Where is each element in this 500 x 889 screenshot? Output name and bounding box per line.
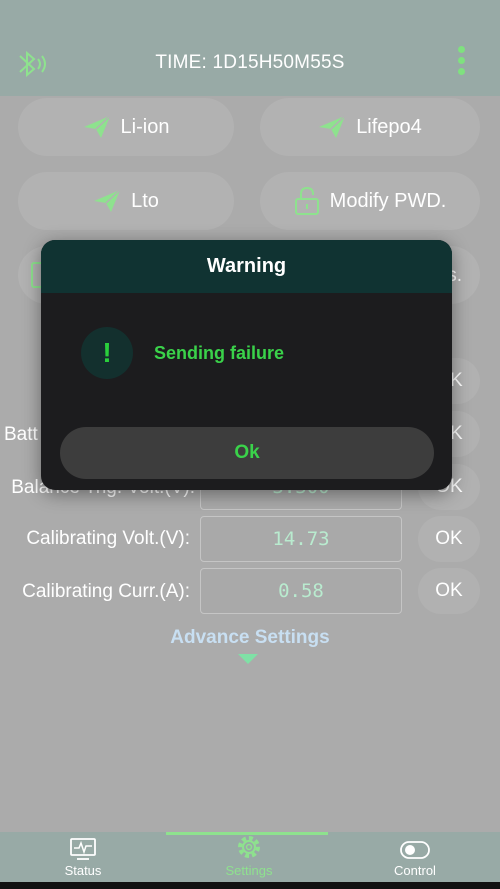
setting-label: Batt (4, 424, 38, 445)
advance-settings-link[interactable]: Advance Settings (0, 627, 500, 649)
calibrating-volt-field[interactable]: 14.73 (200, 516, 402, 562)
ok-button[interactable]: OK (418, 516, 480, 562)
modify-password-label: Modify PWD. (329, 189, 447, 212)
modify-password-button[interactable]: Modify PWD. (260, 172, 480, 230)
app-header: TIME: 1D15H50M55S (0, 0, 500, 96)
gear-icon (238, 836, 260, 858)
send-icon (319, 115, 346, 138)
dialog-ok-button[interactable]: Ok (60, 427, 434, 479)
toggle-icon (400, 841, 430, 859)
expand-arrow-icon[interactable] (238, 654, 258, 664)
tab-control[interactable]: Control (332, 832, 498, 882)
tab-status-label: Status (64, 863, 102, 878)
ok-button[interactable]: OK (418, 568, 480, 614)
settings-screen: TIME: 1D15H50M55S Li-ion Lifepo4 Lto Mod… (0, 0, 500, 889)
more-menu-icon[interactable] (450, 46, 472, 80)
lock-icon (294, 186, 319, 215)
tab-control-label: Control (394, 863, 436, 878)
setting-label: Calibrating Volt.(V): (26, 528, 190, 549)
lto-button[interactable]: Lto (18, 172, 234, 230)
bottom-edge (0, 882, 500, 889)
setting-label: Calibrating Curr.(A): (22, 581, 190, 602)
lifepo4-label: Lifepo4 (356, 115, 422, 138)
liion-label: Li-ion (120, 115, 170, 138)
exclamation-icon: ! (81, 327, 133, 379)
dialog-title: Warning (41, 240, 452, 293)
tab-bar: Status Settings Control (0, 832, 500, 882)
warning-dialog: Warning ! Sending failure Ok (41, 240, 452, 490)
calibrating-curr-field[interactable]: 0.58 (200, 568, 402, 614)
send-icon (83, 115, 111, 138)
lto-label: Lto (131, 189, 159, 212)
runtime-label: TIME: 1D15H50M55S (155, 52, 345, 73)
lifepo4-button[interactable]: Lifepo4 (260, 98, 480, 156)
dialog-message: Sending failure (154, 343, 285, 363)
monitor-icon (70, 838, 96, 860)
tab-settings-label: Settings (225, 863, 273, 878)
liion-button[interactable]: Li-ion (18, 98, 234, 156)
tab-status[interactable]: Status (0, 832, 166, 882)
tab-settings[interactable]: Settings (166, 832, 332, 882)
send-icon (94, 189, 121, 212)
